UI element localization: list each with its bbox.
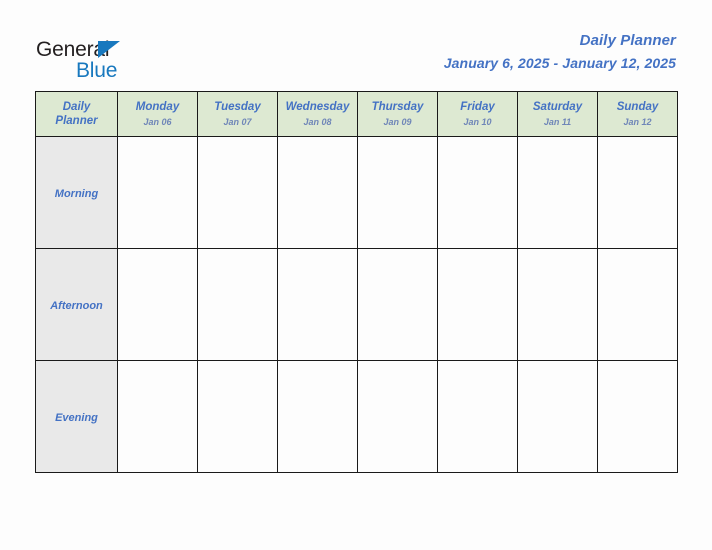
planner-cell-evening-wednesday[interactable] (277, 360, 358, 473)
day-name-label: Tuesday (214, 100, 261, 113)
day-name-label: Monday (135, 100, 180, 113)
planner-cell-afternoon-thursday[interactable] (357, 248, 438, 361)
planner-cell-afternoon-saturday[interactable] (517, 248, 598, 361)
day-name-label: Thursday (371, 100, 424, 113)
day-header-wednesday: Wednesday Jan 08 (277, 91, 358, 137)
planner-cell-afternoon-wednesday[interactable] (277, 248, 358, 361)
day-date-label: Jan 12 (623, 116, 652, 127)
day-date-label: Jan 06 (143, 116, 172, 127)
planner-cell-morning-tuesday[interactable] (197, 136, 278, 249)
slot-label-text: Evening (55, 411, 98, 424)
day-header-friday: Friday Jan 10 (437, 91, 518, 137)
day-name-label: Friday (460, 100, 495, 113)
day-date-label: Jan 10 (463, 116, 492, 127)
planner-cell-morning-sunday[interactable] (597, 136, 678, 249)
brand-name-blue: Blue (76, 59, 118, 82)
time-slot-label-evening: Evening (35, 360, 118, 473)
day-header-tuesday: Tuesday Jan 07 (197, 91, 278, 137)
brand-logo: General Blue (36, 38, 236, 84)
planner-cell-evening-friday[interactable] (437, 360, 518, 473)
triangle-flag-icon (98, 41, 120, 58)
planner-cell-evening-tuesday[interactable] (197, 360, 278, 473)
day-header-saturday: Saturday Jan 11 (517, 91, 598, 137)
table-header-row: Daily Planner Monday Jan 06 Tuesday Jan … (35, 91, 678, 137)
day-name-label: Wednesday (285, 100, 350, 113)
corner-label-line1: Daily (62, 101, 91, 113)
daily-planner-table: Daily Planner Monday Jan 06 Tuesday Jan … (35, 91, 678, 473)
planner-cell-evening-sunday[interactable] (597, 360, 678, 473)
time-slot-label-afternoon: Afternoon (35, 248, 118, 361)
planner-cell-morning-saturday[interactable] (517, 136, 598, 249)
day-name-label: Sunday (616, 100, 659, 113)
planner-cell-afternoon-sunday[interactable] (597, 248, 678, 361)
slot-label-text: Afternoon (50, 299, 103, 312)
day-header-thursday: Thursday Jan 09 (357, 91, 438, 137)
planner-cell-morning-monday[interactable] (117, 136, 198, 249)
page-title: Daily Planner (579, 32, 676, 49)
date-range-subtitle: January 6, 2025 - January 12, 2025 (443, 55, 676, 71)
planner-cell-morning-wednesday[interactable] (277, 136, 358, 249)
planner-cell-afternoon-friday[interactable] (437, 248, 518, 361)
planner-cell-evening-monday[interactable] (117, 360, 198, 473)
table-row-evening: Evening (35, 360, 678, 473)
page-header: General Blue Daily Planner January 6, 20… (0, 0, 712, 91)
slot-label-text: Morning (54, 187, 99, 200)
time-slot-label-morning: Morning (35, 136, 118, 249)
planner-cell-morning-thursday[interactable] (357, 136, 438, 249)
day-date-label: Jan 11 (543, 116, 572, 127)
planner-cell-morning-friday[interactable] (437, 136, 518, 249)
corner-label-line2: Planner (55, 115, 98, 127)
planner-cell-evening-saturday[interactable] (517, 360, 598, 473)
planner-cell-evening-thursday[interactable] (357, 360, 438, 473)
planner-cell-afternoon-tuesday[interactable] (197, 248, 278, 361)
day-date-label: Jan 08 (303, 116, 332, 127)
title-block: Daily Planner January 6, 2025 - January … (444, 31, 676, 73)
day-date-label: Jan 09 (383, 116, 412, 127)
table-row-morning: Morning (35, 136, 678, 249)
day-date-label: Jan 07 (223, 116, 252, 127)
table-corner-header: Daily Planner (35, 91, 118, 137)
table-row-afternoon: Afternoon (35, 248, 678, 361)
planner-cell-afternoon-monday[interactable] (117, 248, 198, 361)
day-header-sunday: Sunday Jan 12 (597, 91, 678, 137)
day-header-monday: Monday Jan 06 (117, 91, 198, 137)
day-name-label: Saturday (532, 100, 583, 113)
